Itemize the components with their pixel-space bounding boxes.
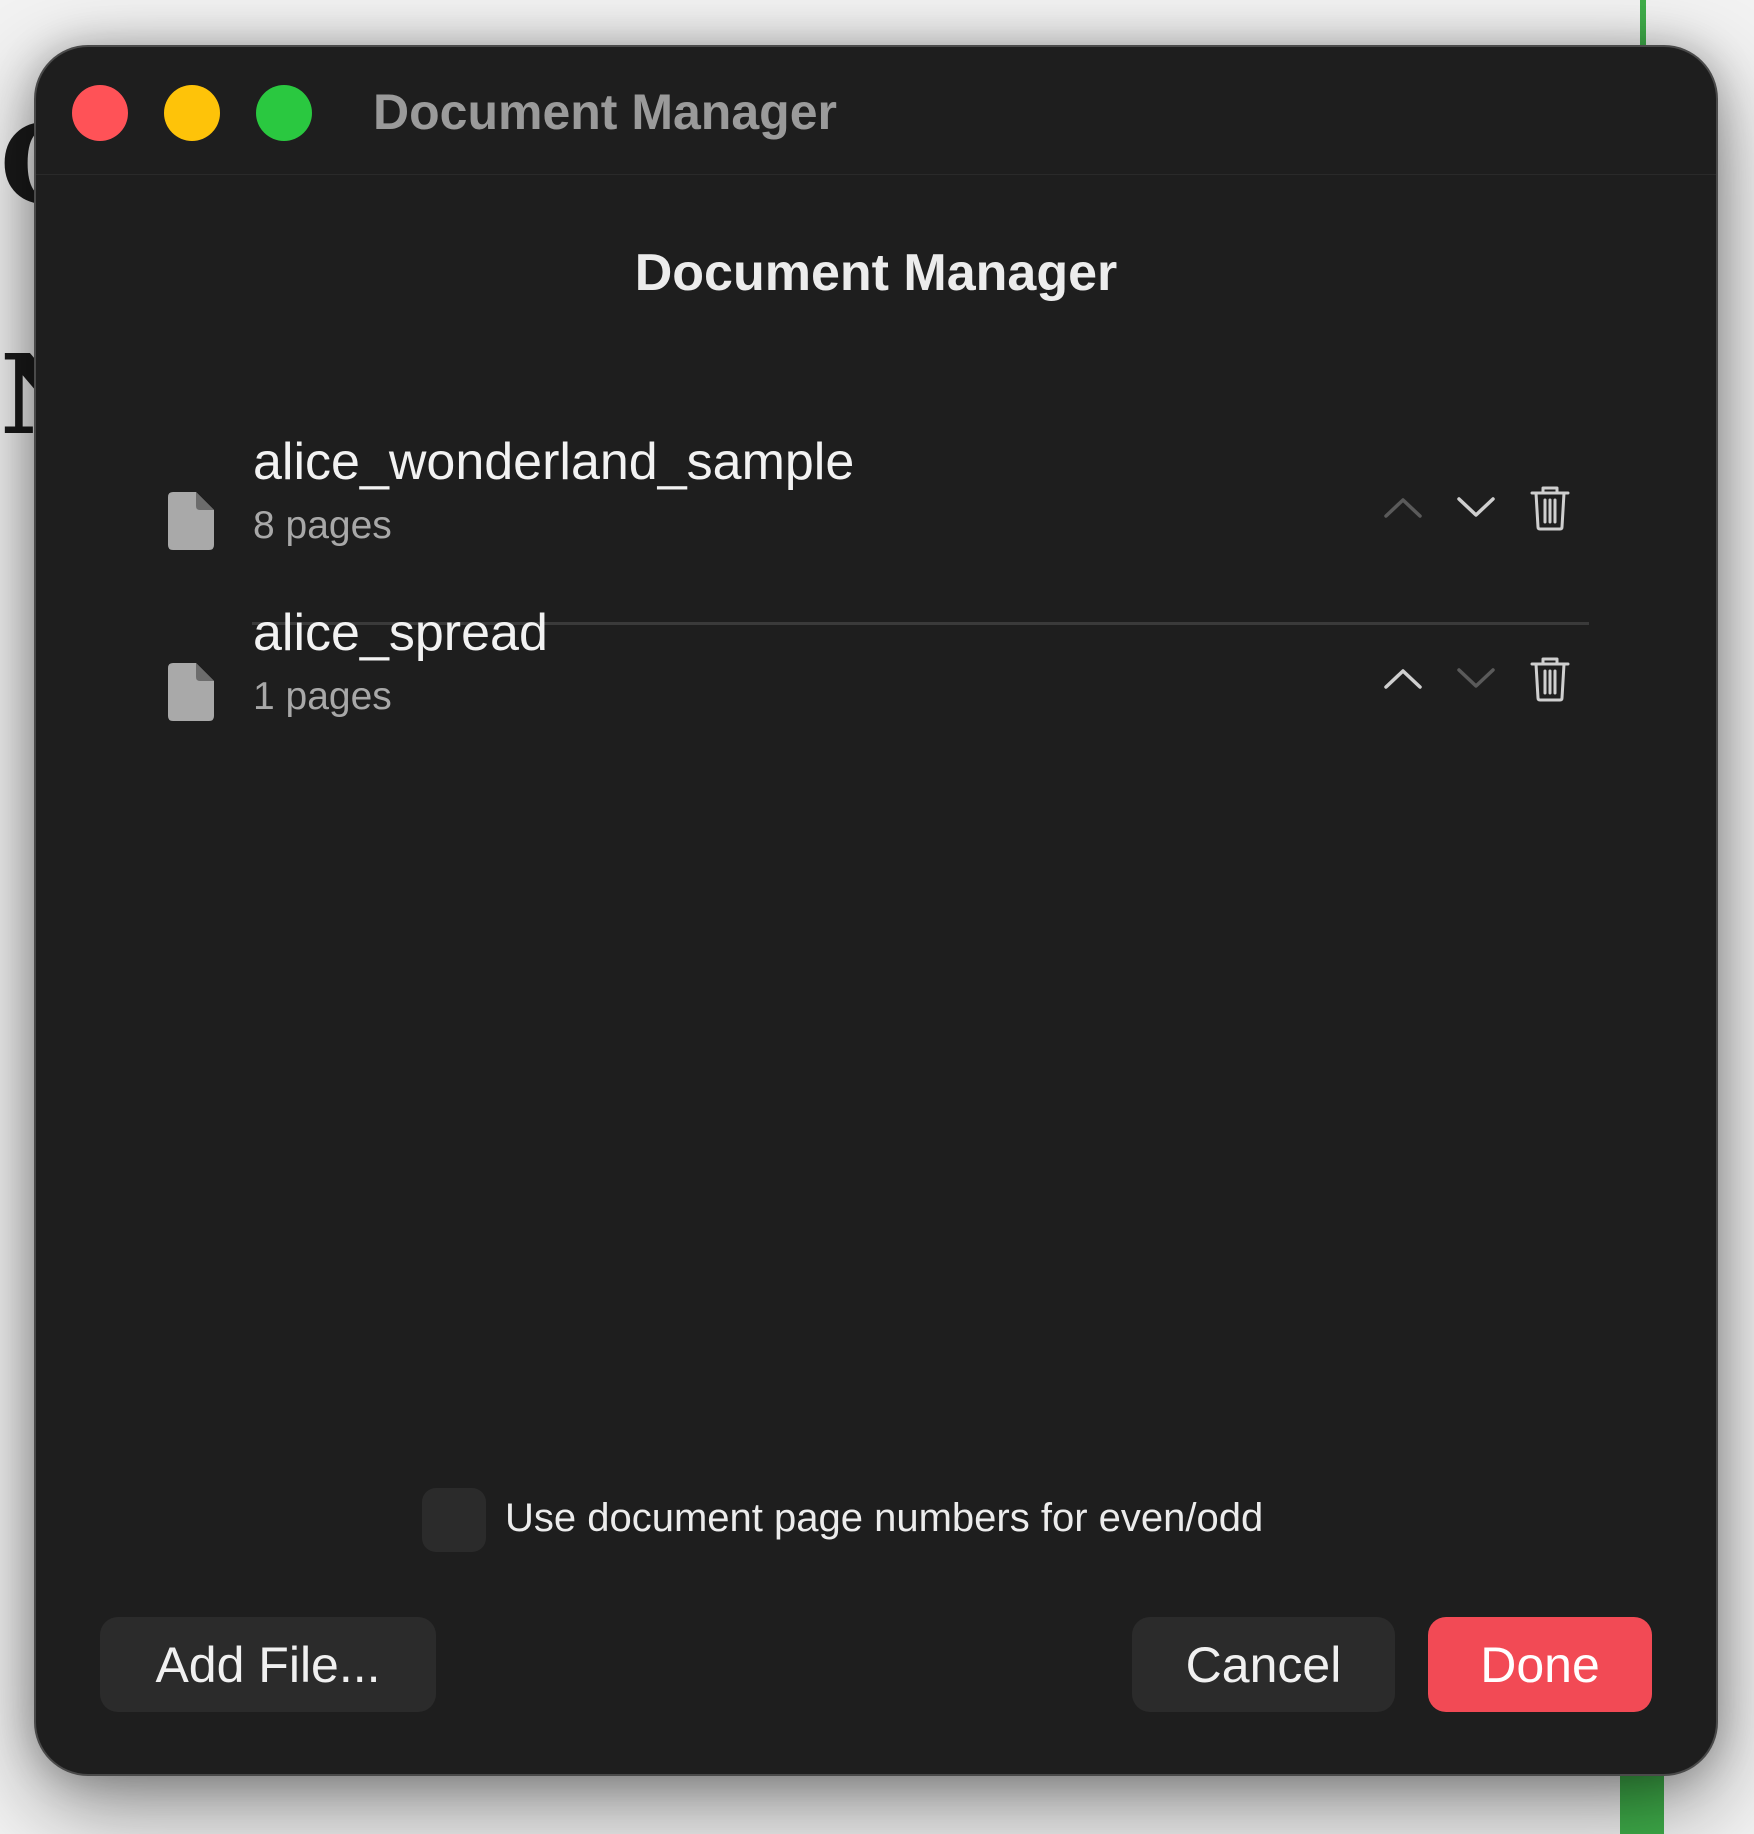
delete-document-button[interactable] xyxy=(1525,653,1575,703)
add-file-button[interactable]: Add File... xyxy=(100,1617,436,1712)
document-icon xyxy=(168,492,214,550)
even-odd-label[interactable]: Use document page numbers for even/odd xyxy=(505,1496,1263,1541)
dialog-heading: Document Manager xyxy=(634,244,1118,302)
window-title: Document Manager xyxy=(373,84,837,140)
move-up-button[interactable] xyxy=(1378,653,1428,703)
chevron-up-icon xyxy=(1384,669,1422,689)
trash-icon xyxy=(1530,486,1570,531)
done-button[interactable]: Done xyxy=(1428,1617,1652,1712)
delete-document-button[interactable] xyxy=(1525,482,1575,532)
cancel-button[interactable]: Cancel xyxy=(1132,1617,1395,1712)
titlebar: Document Manager xyxy=(36,47,1716,175)
chevron-down-icon xyxy=(1457,497,1495,517)
zoom-window-button[interactable] xyxy=(256,85,312,141)
document-name: alice_wonderland_sample xyxy=(253,433,855,491)
move-up-button[interactable] xyxy=(1378,482,1428,532)
document-row[interactable]: alice_spread 1 pages xyxy=(36,603,1716,753)
minimize-window-button[interactable] xyxy=(164,85,220,141)
document-name: alice_spread xyxy=(253,604,548,662)
document-manager-window: Document Manager Document Manager alice_… xyxy=(36,47,1716,1774)
trash-icon xyxy=(1530,657,1570,702)
close-window-button[interactable] xyxy=(72,85,128,141)
even-odd-checkbox[interactable] xyxy=(422,1488,486,1552)
document-icon xyxy=(168,663,214,721)
move-down-button[interactable] xyxy=(1451,653,1501,703)
document-row[interactable]: alice_wonderland_sample 8 pages xyxy=(36,432,1716,582)
background-accent-line xyxy=(1640,0,1646,47)
move-down-button[interactable] xyxy=(1451,482,1501,532)
chevron-down-icon xyxy=(1457,668,1495,688)
document-page-count: 8 pages xyxy=(253,504,392,547)
document-page-count: 1 pages xyxy=(253,675,392,718)
background-accent-line xyxy=(1620,1774,1664,1834)
chevron-up-icon xyxy=(1384,498,1422,518)
